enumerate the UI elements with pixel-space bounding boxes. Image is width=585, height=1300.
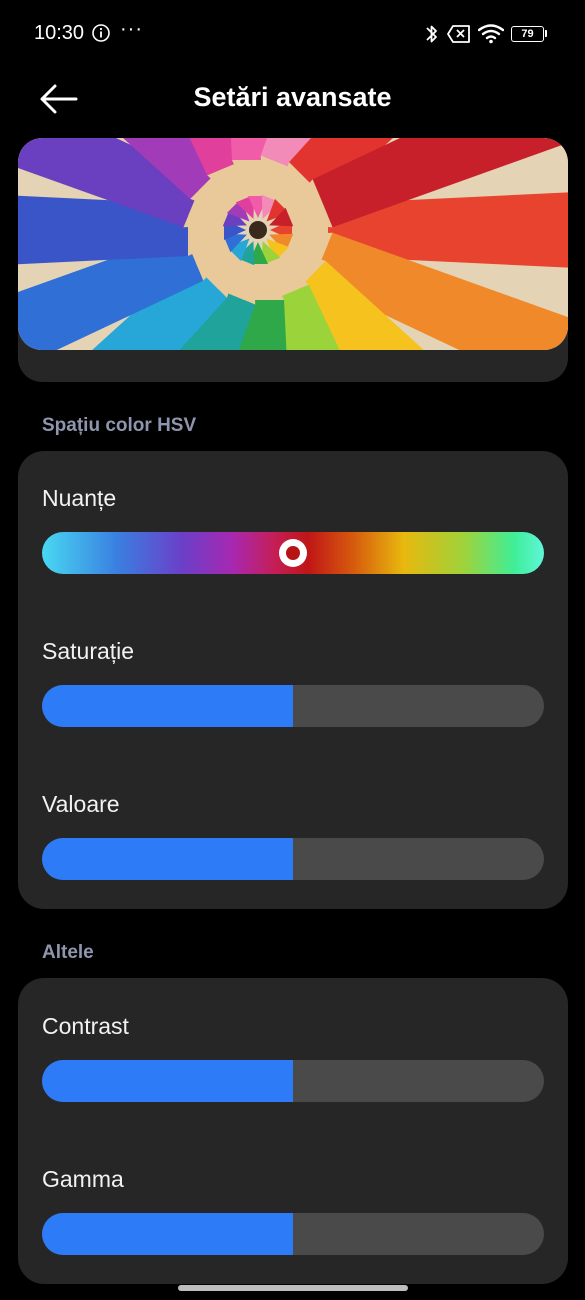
section-label-hsv: Spațiu color HSV (42, 415, 197, 436)
value-slider-fill (42, 838, 293, 880)
hue-slider[interactable] (42, 532, 544, 574)
saturation-slider-fill (42, 685, 293, 727)
status-time: 10:30 (34, 22, 85, 44)
contrast-slider[interactable] (42, 1060, 544, 1102)
hue-label: Nuanțe (42, 485, 117, 511)
hsv-card: Nuanțe Saturație Valoare (18, 451, 568, 909)
info-icon (92, 24, 110, 42)
gamma-label: Gamma (42, 1166, 124, 1192)
section-label-other: Altele (42, 942, 94, 963)
bluetooth-icon (426, 25, 437, 43)
sim-off-icon (447, 25, 470, 43)
battery-level: 79 (511, 26, 544, 42)
battery-icon: 79 (511, 26, 547, 42)
home-indicator[interactable] (178, 1285, 408, 1291)
status-more-dots: ··· (120, 18, 143, 40)
gamma-slider[interactable] (42, 1213, 544, 1255)
preview-card (18, 138, 568, 382)
value-label: Valoare (42, 791, 120, 817)
colored-pencils-photo (18, 138, 568, 350)
contrast-slider-fill (42, 1060, 293, 1102)
battery-tip (545, 30, 547, 37)
value-slider[interactable] (42, 838, 544, 880)
contrast-label: Contrast (42, 1013, 129, 1039)
gamma-slider-fill (42, 1213, 293, 1255)
wifi-icon (478, 24, 504, 44)
page-title: Setări avansate (193, 82, 392, 112)
status-bar: 10:30 ··· 79 (0, 0, 585, 70)
hue-slider-thumb[interactable] (279, 539, 307, 567)
saturation-slider[interactable] (42, 685, 544, 727)
saturation-label: Saturație (42, 638, 135, 664)
other-card: Contrast Gamma (18, 978, 568, 1284)
